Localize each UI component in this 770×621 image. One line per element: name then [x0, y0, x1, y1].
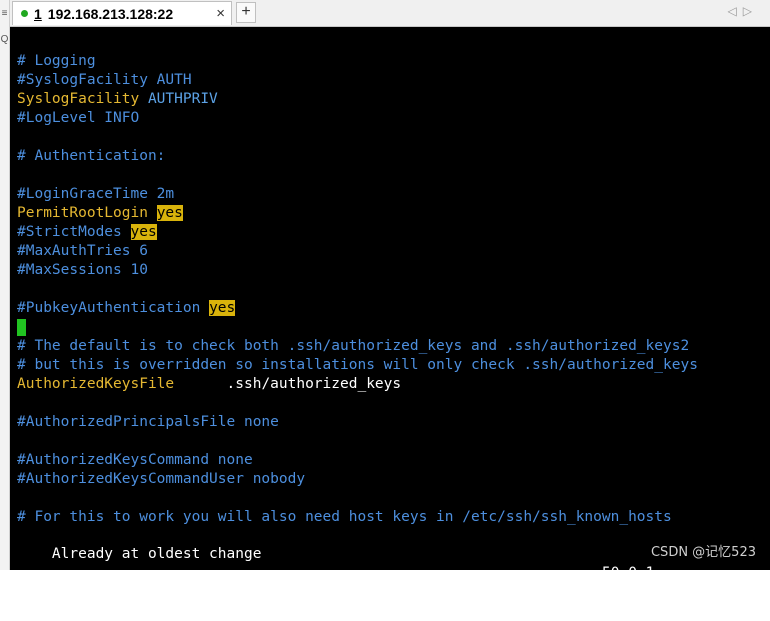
terminal-text: SyslogFacility	[17, 91, 148, 107]
terminal-line: #MaxAuthTries 6	[17, 242, 698, 261]
terminal-line: #AuthorizedPrincipalsFile none	[17, 413, 698, 432]
tab-scroll-arrows-icon[interactable]: ◁▷	[728, 4, 758, 18]
terminal-line: # Authentication:	[17, 147, 698, 166]
terminal-text: #MaxAuthTries 6	[17, 243, 148, 259]
terminal-text: #AuthorizedKeysCommand none	[17, 452, 253, 468]
terminal-text: #AuthorizedKeysCommandUser nobody	[17, 471, 306, 487]
terminal-line: #AuthorizedKeysCommandUser nobody	[17, 470, 698, 489]
terminal-text: #LoginGraceTime 2m	[17, 186, 175, 202]
tab-bar: 1 192.168.213.128:22 × + ◁▷	[10, 0, 770, 27]
terminal-text: #SyslogFacility AUTH	[17, 72, 192, 88]
terminal-text: AuthorizedKeysFile	[17, 376, 175, 392]
terminal-line: #AuthorizedKeysCommand none	[17, 451, 698, 470]
terminal-line	[17, 318, 698, 337]
watermark: CSDN @记忆523	[650, 545, 756, 560]
cursor-position: 50,0-1	[602, 565, 655, 581]
terminal-line: # The default is to check both .ssh/auth…	[17, 337, 698, 356]
terminal-line: AuthorizedKeysFile .ssh/authorized_keys	[17, 375, 698, 394]
search-highlight: yes	[156, 205, 183, 221]
terminal-text: # The default is to check both .ssh/auth…	[17, 338, 690, 354]
terminal-text: # For this to work you will also need ho…	[17, 509, 672, 525]
menu-icon[interactable]: ≡	[0, 8, 9, 19]
left-sidebar-strip: ≡ Q	[0, 0, 10, 570]
terminal-text: # Authentication:	[17, 148, 166, 164]
terminal-text: AUTHPRIV	[147, 91, 218, 107]
terminal-window[interactable]: # Logging #SyslogFacility AUTH SyslogFacil…	[10, 27, 770, 600]
terminal-text: #PubkeyAuthentication	[17, 300, 210, 316]
terminal-line: # Logging	[17, 52, 698, 71]
terminal-line: #PubkeyAuthentication yes	[17, 299, 698, 318]
terminal-line: SyslogFacility AUTHPRIV	[17, 90, 698, 109]
search-highlight: yes	[209, 300, 236, 316]
search-highlight: yes	[130, 224, 157, 240]
terminal-text: PermitRootLogin	[17, 205, 157, 221]
terminal-text: #MaxSessions 10	[17, 262, 148, 278]
terminal-line: #StrictModes yes	[17, 223, 698, 242]
terminal-text: #AuthorizedPrincipalsFile none	[17, 414, 279, 430]
tab-number: 1	[34, 5, 42, 22]
terminal-content: # Logging #SyslogFacility AUTH SyslogFacil…	[17, 52, 698, 527]
connection-status-icon	[21, 10, 28, 17]
scroll-percent: 28%	[729, 584, 756, 600]
terminal-text: #LogLevel INFO	[17, 110, 140, 126]
text-cursor	[17, 318, 26, 336]
search-icon[interactable]: Q	[0, 34, 9, 45]
terminal-line: #LogLevel INFO	[17, 109, 698, 128]
terminal-text: # but this is overridden so installation…	[17, 357, 698, 373]
close-icon[interactable]: ×	[216, 5, 225, 22]
new-tab-button[interactable]: +	[236, 2, 256, 23]
tab-title: 192.168.213.128:22	[47, 5, 174, 22]
terminal-line: # but this is overridden so installation…	[17, 356, 698, 375]
terminal-text: .ssh/authorized_keys	[174, 376, 402, 392]
terminal-text: #StrictModes	[17, 224, 131, 240]
terminal-line: #LoginGraceTime 2m	[17, 185, 698, 204]
terminal-text: # Logging	[17, 53, 96, 69]
terminal-line: PermitRootLogin yes	[17, 204, 698, 223]
session-tab[interactable]: 1 192.168.213.128:22 ×	[12, 1, 232, 25]
terminal-line: #MaxSessions 10	[17, 261, 698, 280]
status-message: Already at oldest change	[51, 546, 262, 562]
terminal-line: # For this to work you will also need ho…	[17, 508, 698, 527]
terminal-line: #SyslogFacility AUTH	[17, 71, 698, 90]
